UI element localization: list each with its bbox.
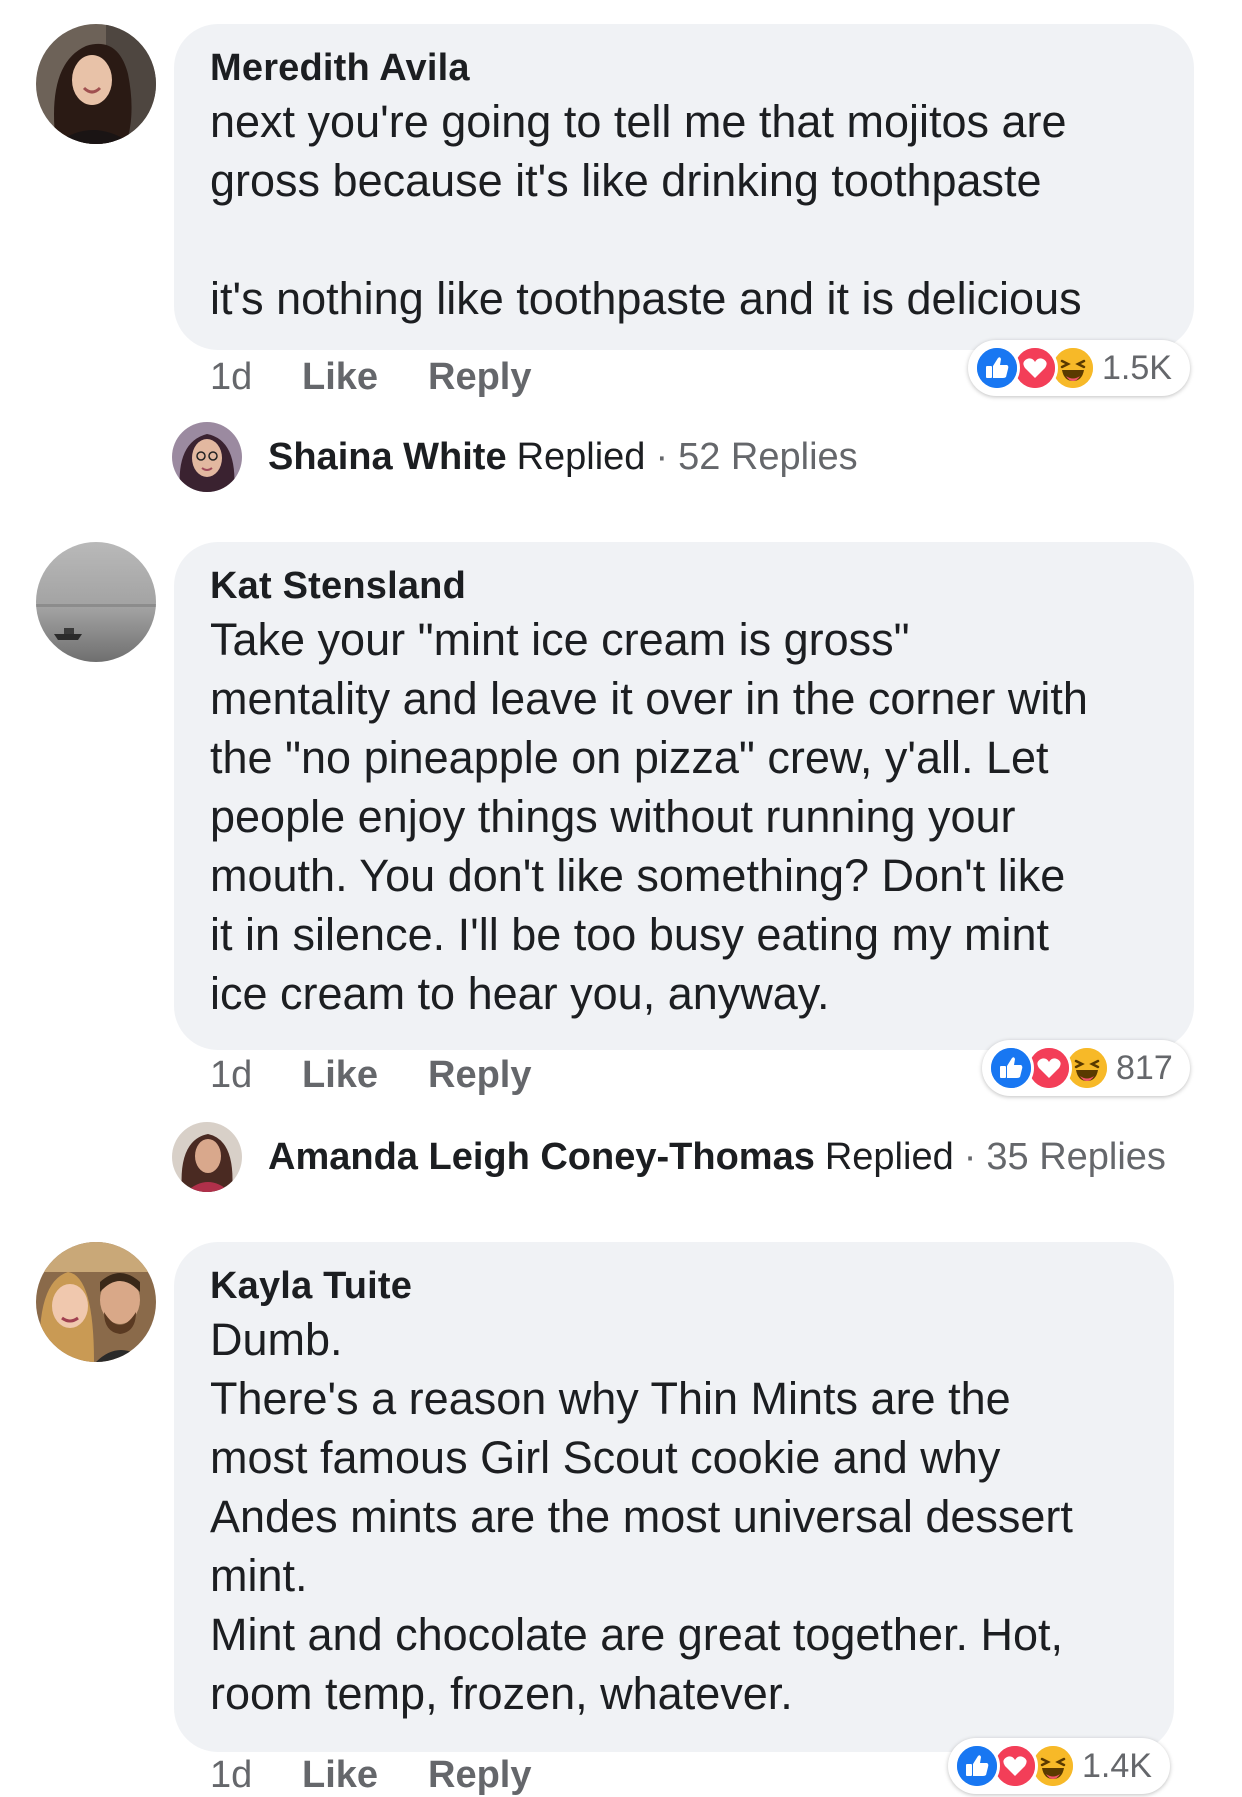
replier-name[interactable]: Amanda Leigh Coney-Thomas	[268, 1136, 815, 1179]
reactions-summary[interactable]: 1.4K	[948, 1738, 1170, 1794]
reaction-count: 817	[1116, 1048, 1173, 1087]
avatar[interactable]	[36, 1242, 156, 1362]
reply-button[interactable]: Reply	[428, 1054, 531, 1097]
avatar[interactable]	[36, 542, 156, 662]
view-replies-link[interactable]: Amanda Leigh Coney-Thomas Replied · 35 R…	[172, 1122, 1166, 1192]
replier-avatar	[172, 1122, 242, 1192]
comment-timestamp[interactable]: 1d	[210, 356, 302, 399]
comment-text: Dumb. There's a reason why Thin Mints ar…	[210, 1314, 1073, 1719]
comment-bubble: Meredith Avila next you're going to tell…	[174, 24, 1194, 350]
replied-label: Replied	[824, 1135, 954, 1178]
comment-text: next you're going to tell me that mojito…	[210, 96, 1082, 324]
like-button[interactable]: Like	[302, 356, 428, 399]
comment-bubble: Kayla Tuite Dumb. There's a reason why T…	[174, 1242, 1174, 1752]
reactions-summary[interactable]: 817	[982, 1040, 1190, 1096]
comment-actions: 1d Like Reply	[210, 1054, 531, 1097]
replies-count[interactable]: 52 Replies	[678, 436, 858, 479]
reply-button[interactable]: Reply	[428, 1754, 531, 1797]
replied-label: Replied	[516, 435, 646, 478]
avatar[interactable]	[36, 24, 156, 144]
comment-actions: 1d Like Reply	[210, 356, 531, 399]
comment-timestamp[interactable]: 1d	[210, 1754, 302, 1797]
reactions-summary[interactable]: 1.5K	[968, 340, 1190, 396]
reaction-count: 1.5K	[1102, 348, 1172, 387]
separator-dot: ·	[655, 435, 669, 478]
comment-author[interactable]: Kayla Tuite	[210, 1262, 1138, 1310]
comment-author[interactable]: Kat Stensland	[210, 562, 1158, 610]
like-button[interactable]: Like	[302, 1754, 428, 1797]
comment-actions: 1d Like Reply	[210, 1754, 531, 1797]
comment-author[interactable]: Meredith Avila	[210, 44, 1158, 92]
comment-text: Take your "mint ice cream is gross" ment…	[210, 614, 1088, 1019]
like-button[interactable]: Like	[302, 1054, 428, 1097]
reply-button[interactable]: Reply	[428, 356, 531, 399]
separator-dot: ·	[963, 1135, 977, 1178]
comment-bubble: Kat Stensland Take your "mint ice cream …	[174, 542, 1194, 1050]
like-reaction-icon	[974, 345, 1020, 391]
comment-timestamp[interactable]: 1d	[210, 1054, 302, 1097]
like-reaction-icon	[988, 1045, 1034, 1091]
like-reaction-icon	[954, 1743, 1000, 1789]
replies-count[interactable]: 35 Replies	[986, 1136, 1166, 1179]
replier-avatar	[172, 422, 242, 492]
view-replies-link[interactable]: Shaina White Replied · 52 Replies	[172, 422, 858, 492]
replier-name[interactable]: Shaina White	[268, 436, 507, 479]
reaction-count: 1.4K	[1082, 1746, 1152, 1785]
